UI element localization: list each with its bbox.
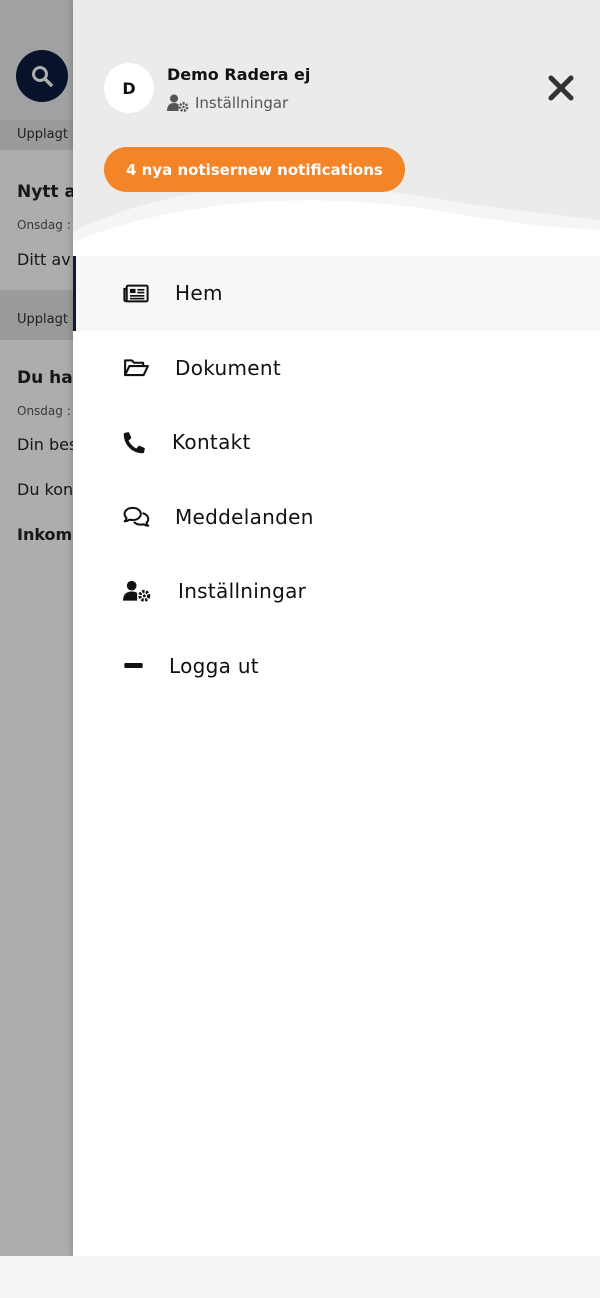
user-name: Demo Radera ej [167,65,311,84]
menu-item-kontakt[interactable]: Kontakt [73,405,600,480]
menu-item-label: Kontakt [172,430,251,455]
menu-item-dokument[interactable]: Dokument [73,331,600,406]
menu-item-label: Inställningar [178,579,307,604]
close-icon [548,75,574,101]
menu-item-hem[interactable]: Hem [73,256,600,331]
minus-icon [124,663,143,669]
menu-item-label: Meddelanden [175,504,314,529]
header-wave [73,186,600,260]
menu-item-label: Hem [175,281,223,306]
side-drawer: D Demo Radera ej Inställningar 4 nya not… [73,0,600,1256]
newspaper-icon [123,284,149,303]
avatar[interactable]: D [104,63,154,113]
phone-icon [123,431,145,453]
drawer-menu: Hem Dokument Kontakt Meddelanden Inställ… [73,256,600,703]
menu-item-label: Dokument [175,355,281,380]
menu-item-installningar[interactable]: Inställningar [73,554,600,629]
user-cog-icon [123,581,151,602]
settings-link[interactable]: Inställningar [167,94,288,112]
folder-open-icon [124,359,149,377]
drawer-header: D Demo Radera ej Inställningar 4 nya not… [73,0,600,260]
close-button[interactable] [547,74,575,102]
settings-link-label: Inställningar [195,94,289,112]
menu-item-label: Logga ut [169,653,259,678]
menu-item-meddelanden[interactable]: Meddelanden [73,480,600,555]
user-cog-icon [167,94,189,112]
menu-item-logga-ut[interactable]: Logga ut [73,629,600,704]
system-bottom-bar [0,1256,600,1298]
notifications-badge[interactable]: 4 nya notisernew notifications [104,147,405,192]
comments-icon [123,507,150,528]
